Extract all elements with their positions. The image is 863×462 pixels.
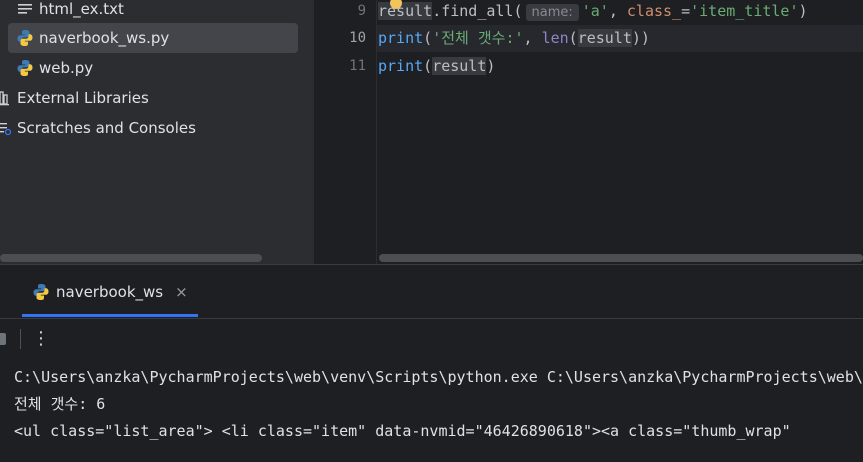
run-tab-naverbook-ws[interactable]: naverbook_ws × (32, 279, 188, 305)
code-token: = (681, 2, 691, 20)
console-output[interactable]: C:\Users\anzka\PycharmProjects\web\venv\… (0, 360, 863, 462)
tree-item-label: web.py (39, 59, 94, 77)
code-token: .find_all( (432, 2, 523, 20)
scratches-icon (0, 119, 12, 137)
console-line: 전체 갯수: 6 (14, 395, 106, 413)
code-token: result (432, 57, 487, 75)
more-options-button[interactable]: ⋮ (32, 327, 50, 351)
parameter-hint: name: (525, 4, 579, 21)
tree-item-external-libraries[interactable]: External Libraries (0, 83, 149, 113)
tree-item-label: External Libraries (17, 89, 149, 107)
editor-scrollbar[interactable] (379, 254, 863, 262)
tree-item-web-py[interactable]: web.py (16, 53, 93, 83)
code-token: class_ (626, 2, 682, 20)
tree-item-label: naverbook_ws.py (39, 29, 170, 47)
project-tree-scrollbar[interactable] (0, 254, 262, 262)
code-token: ( (568, 29, 578, 47)
toolbar-divider (20, 329, 21, 349)
code-token: '전체 갯수:' (432, 29, 524, 47)
code-token: ( (423, 29, 433, 47)
code-editor[interactable]: 9 10 11 result.find_all(name:'a', class_… (314, 0, 863, 264)
active-tab-indicator (22, 314, 198, 317)
code-token: ) (486, 57, 496, 75)
run-tab-label: naverbook_ws (56, 283, 164, 301)
run-tab-bar: naverbook_ws × (0, 265, 863, 317)
line-number-current: 10 (349, 30, 366, 46)
library-icon (0, 89, 12, 107)
close-icon[interactable]: × (175, 283, 188, 301)
code-token: 'item_title' (690, 2, 799, 20)
tree-item-html-ex[interactable]: html_ex.txt (16, 0, 124, 24)
text-file-icon (16, 0, 34, 18)
code-line-11: print(result) (378, 53, 495, 79)
run-tool-window: naverbook_ws × ⋮ C:\Users\anzka\PycharmP… (0, 264, 863, 462)
tree-item-label: html_ex.txt (39, 0, 124, 18)
tree-item-naverbook-ws[interactable]: naverbook_ws.py (8, 23, 298, 53)
code-token: 'a' (581, 2, 609, 20)
line-number: 11 (349, 58, 366, 74)
tree-item-label: Scratches and Consoles (17, 119, 196, 137)
code-line-10: print('전체 갯수:', len(result)) (378, 25, 650, 51)
code-token: ) (798, 2, 808, 20)
run-toolbar: ⋮ (0, 318, 863, 359)
stop-icon[interactable] (0, 333, 6, 345)
console-line: <ul class="list_area"> <li class="item" … (14, 422, 791, 440)
tree-item-scratches[interactable]: Scratches and Consoles (0, 113, 196, 143)
code-token: len (541, 29, 569, 47)
code-token: result (577, 29, 632, 47)
code-token: print (378, 57, 424, 75)
code-token: , (608, 2, 627, 20)
python-file-icon (16, 59, 34, 77)
code-token: )) (631, 29, 650, 47)
code-token: ( (423, 57, 433, 75)
code-token: , (523, 29, 542, 47)
python-file-icon (16, 29, 34, 47)
python-run-icon (32, 283, 50, 301)
project-tree-panel: html_ex.txt naverbook_ws.py web.py Exter… (0, 0, 314, 264)
code-token: result (378, 2, 433, 20)
console-line: C:\Users\anzka\PycharmProjects\web\venv\… (14, 368, 863, 386)
code-line-9: result.find_all(name:'a', class_='item_t… (378, 0, 808, 24)
code-token: print (378, 29, 424, 47)
line-number-gutter: 9 10 11 (314, 0, 377, 264)
line-number: 9 (357, 3, 366, 19)
